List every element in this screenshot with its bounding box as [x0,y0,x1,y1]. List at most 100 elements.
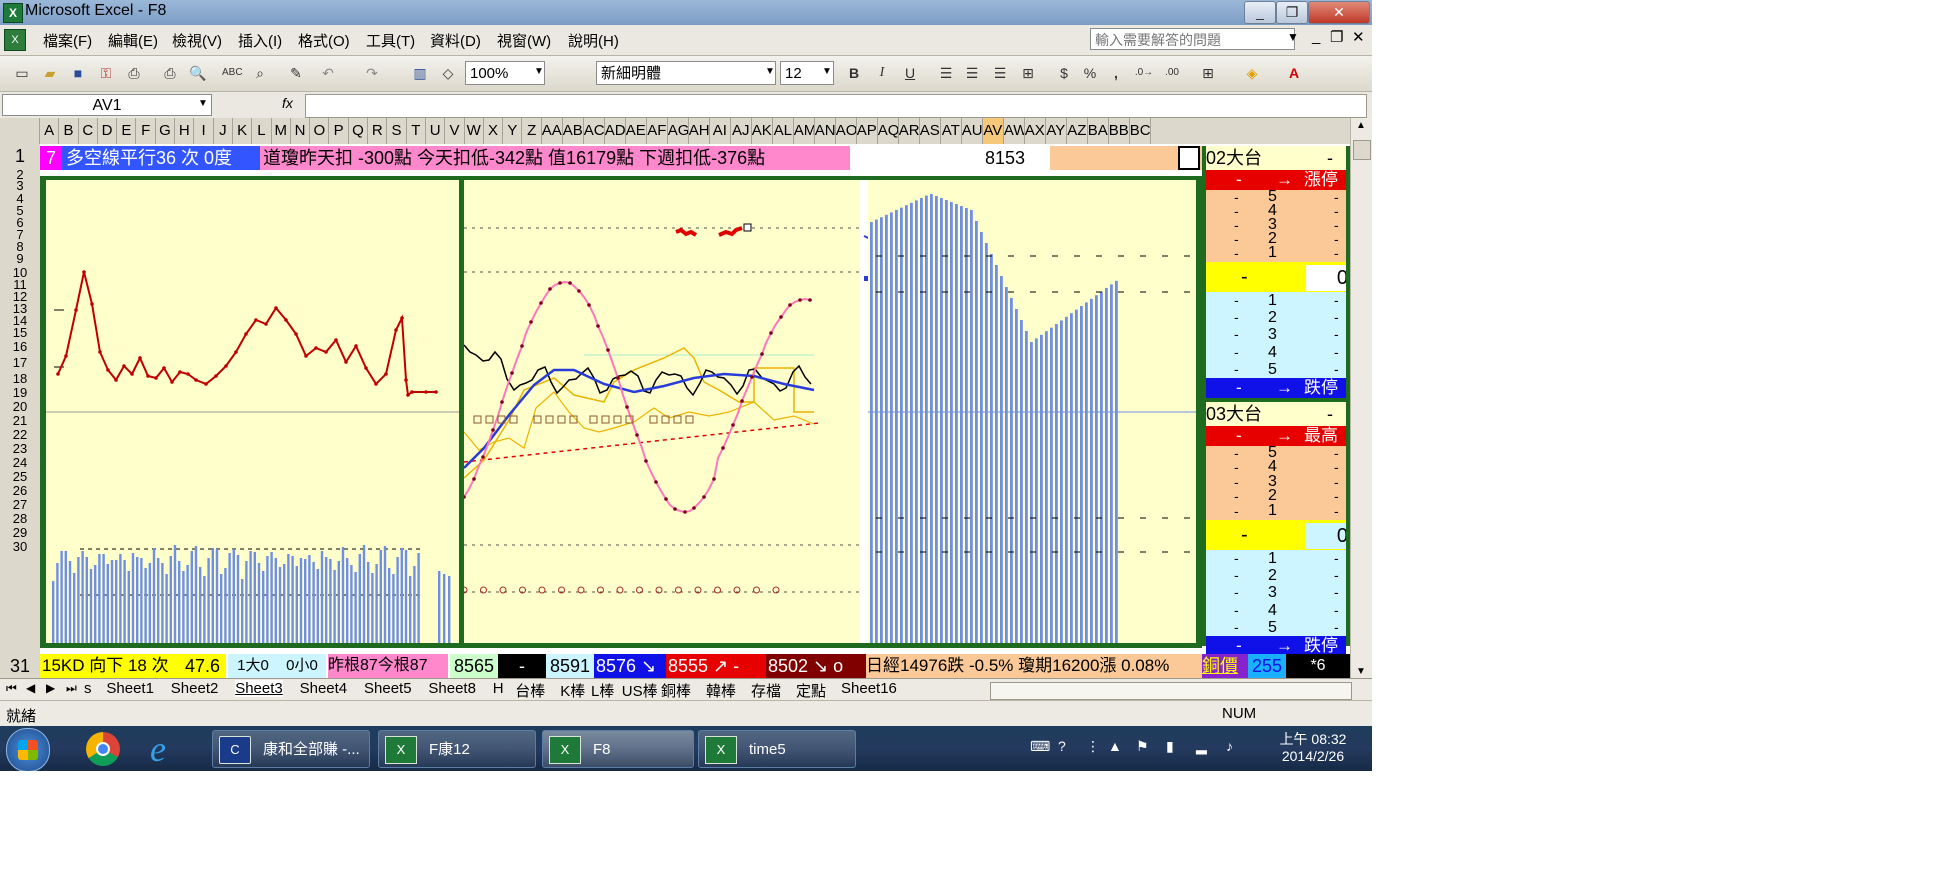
font-color-icon[interactable]: A [1284,63,1304,83]
row-header[interactable]: 20 [0,400,40,414]
sheet-tab-s[interactable]: s [84,680,92,697]
level-row[interactable]: -4- [1206,602,1346,619]
sheet-tab-sheet3[interactable]: Sheet3 [235,680,283,697]
column-header[interactable]: N [291,118,311,144]
column-header[interactable]: W [465,118,484,144]
sheet-tab-k棒[interactable]: K棒 [560,680,585,701]
row1-ma-text[interactable]: 多空線平行36 次 0度 [62,146,260,170]
align-right-icon[interactable]: ☰ [990,63,1010,83]
column-header[interactable]: AO [836,118,857,144]
column-header[interactable]: E [117,118,137,144]
column-header[interactable]: D [98,118,118,144]
borders-icon[interactable]: ⊞ [1198,63,1218,83]
star-value[interactable]: *6 [1286,654,1350,678]
open-icon[interactable]: ▰ [40,63,60,83]
row-header[interactable]: 28 [0,512,40,526]
copper-label[interactable]: 銅價 [1202,654,1248,678]
network-signal-icon[interactable]: ▂ [1196,738,1207,755]
zoom-dropdown-icon[interactable]: ▼ [534,66,544,77]
zoom-select[interactable]: 100% [465,61,545,85]
menu-format[interactable]: 格式(O) [298,30,350,51]
column-header[interactable]: AJ [731,118,752,144]
sheet-tab-銅棒[interactable]: 銅棒 [661,680,691,701]
sheet-tab-韓棒[interactable]: 韓棒 [706,680,736,701]
maximize-button[interactable]: ❐ [1276,1,1308,24]
sheet-tab-sheet8[interactable]: Sheet8 [428,680,476,697]
sheet-tab-sheet2[interactable]: Sheet2 [171,680,219,697]
column-header[interactable]: L [252,118,272,144]
column-header[interactable]: G [156,118,176,144]
new-icon[interactable]: ▭ [12,63,32,83]
row1-count[interactable]: 7 [40,146,62,170]
column-header[interactable]: AB [563,118,584,144]
column-header[interactable]: AX [1025,118,1046,144]
tray-status-icon[interactable]: ⋮ [1086,738,1100,755]
menu-file[interactable]: 檔案(F) [43,30,92,51]
fx-icon[interactable]: fx [282,95,293,111]
column-header[interactable]: AU [962,118,983,144]
column-header[interactable]: O [310,118,330,144]
align-center-icon[interactable]: ☰ [962,63,982,83]
column-header[interactable]: AV [982,118,1004,144]
column-header[interactable]: K [233,118,253,144]
internet-explorer-icon[interactable]: e [150,728,166,770]
row-header[interactable]: 23 [0,442,40,456]
level-row[interactable]: -3- [1206,584,1346,601]
column-header[interactable]: AS [920,118,941,144]
level-row[interactable]: -2- [1206,309,1346,326]
column-header[interactable]: AI [710,118,731,144]
column-header[interactable]: B [59,118,79,144]
row-header[interactable]: 27 [0,498,40,512]
column-header[interactable]: C [79,118,98,144]
row-header-31[interactable]: 31 [0,654,41,678]
bold-icon[interactable]: B [844,63,864,83]
price-p3[interactable]: 8591 [546,654,594,678]
chart-wizard-icon[interactable]: ▥ [410,63,430,83]
task-f12[interactable]: X F康12 [378,730,536,768]
side-title-03[interactable]: 03大台 [1206,402,1346,426]
row-header[interactable]: 1 [0,147,40,165]
column-header[interactable]: AT [941,118,962,144]
menu-tools[interactable]: 工具(T) [366,30,415,51]
level-row[interactable]: -1- [1206,245,1346,261]
column-header[interactable]: AQ [878,118,899,144]
prev-sheet-icon[interactable]: ◀ [26,681,35,695]
column-header[interactable]: X [484,118,504,144]
row-header[interactable]: 25 [0,470,40,484]
redo-icon[interactable]: ↷ [362,63,382,83]
row-header[interactable]: 30 [0,540,40,554]
copper-value[interactable]: 255 [1248,654,1286,678]
print-icon[interactable]: ⎙ [124,63,144,83]
horizontal-scrollbar[interactable] [990,682,1352,700]
column-header[interactable]: M [272,118,291,144]
column-header[interactable]: U [426,118,446,144]
menu-insert[interactable]: 插入(I) [238,30,282,51]
column-header[interactable]: AR [899,118,920,144]
battery-icon[interactable]: ▮ [1166,738,1174,755]
side-title-02[interactable]: 02大台 [1206,146,1346,170]
spelling-icon[interactable]: ABC [222,63,243,83]
small-count[interactable]: 0小0 [278,654,326,678]
worksheet-grid[interactable]: 7 多空線平行36 次 0度 道瓊昨天扣 -300點 今天扣低-342點 值16… [40,144,1350,656]
level-row[interactable]: -2- [1206,567,1346,584]
close-button[interactable]: ✕ [1308,1,1370,24]
font-dropdown-icon[interactable]: ▼ [765,66,775,77]
sheet-tab-sheet16[interactable]: Sheet16 [841,680,897,697]
column-header[interactable]: AG [668,118,689,144]
minimize-workbook-button[interactable]: _ [1312,28,1320,45]
column-header[interactable]: AH [689,118,710,144]
column-header[interactable]: Y [503,118,523,144]
kd-text[interactable]: 15KD 向下 18 次 47.6 [40,654,226,678]
menu-data[interactable]: 資料(D) [430,30,481,51]
column-header[interactable]: Z [523,118,542,144]
sheet-tab-us棒[interactable]: US棒 [622,680,658,701]
level-row[interactable]: -1- [1206,292,1346,309]
row-header[interactable]: 19 [0,386,40,400]
close-workbook-button[interactable]: ✕ [1352,28,1365,46]
column-header[interactable]: AM [794,118,815,144]
row-header[interactable]: 22 [0,428,40,442]
scroll-down-icon[interactable]: ▼ [1356,666,1366,677]
level-row[interactable]: -3- [1206,326,1346,343]
task-concord[interactable]: C 康和全部賺 -... [212,730,370,768]
help-search-input[interactable]: 輸入需要解答的問題 [1090,28,1295,50]
